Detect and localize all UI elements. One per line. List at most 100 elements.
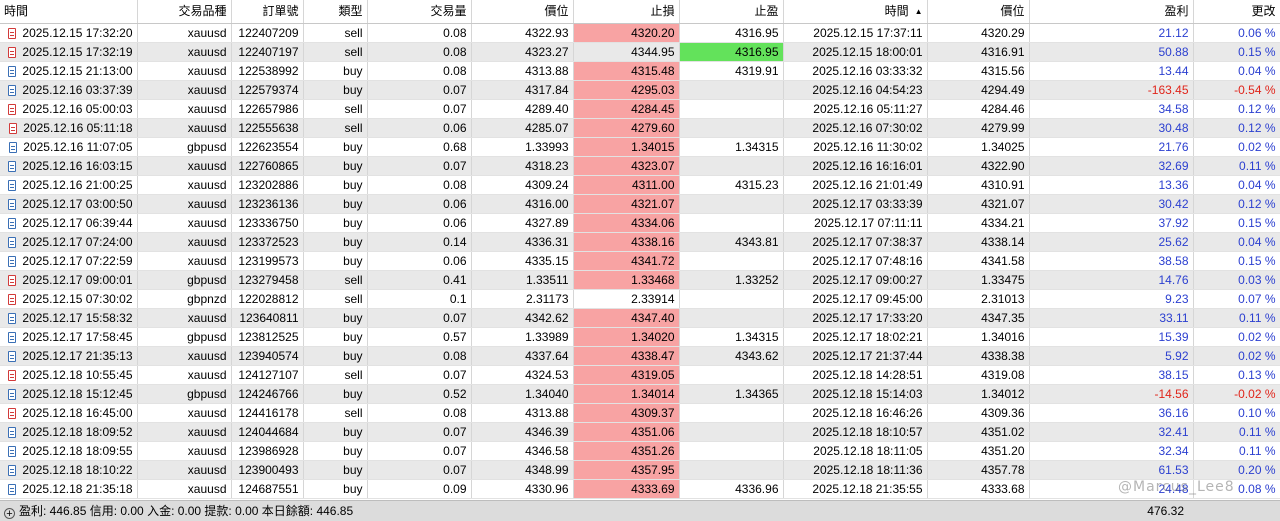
expand-plus-icon[interactable]: + [4, 508, 15, 520]
table-row[interactable]: 2025.12.18 16:45:00 xauusd 124416178 sell 0.… [0, 403, 1280, 423]
table-row[interactable]: 2025.12.18 18:09:55 xauusd 123986928 buy 0.0… [0, 441, 1280, 461]
table-row[interactable]: 2025.12.17 21:35:13 xauusd 123940574 buy 0.0… [0, 346, 1280, 366]
cell-profit: -163.45 [1029, 80, 1194, 100]
cell-close-time: 2025.12.16 07:30:02 [783, 118, 928, 138]
cell-open-time: 2025.12.15 07:30:02 [0, 289, 138, 309]
cell-close-time: 2025.12.15 18:00:01 [783, 42, 928, 62]
table-row[interactable]: 2025.12.17 03:00:50 xauusd 123236136 buy 0.0… [0, 194, 1280, 214]
open-time-text: 2025.12.18 10:55:45 [22, 367, 133, 382]
table-row[interactable]: 2025.12.17 06:39:44 xauusd 123336750 buy 0.0… [0, 213, 1280, 233]
table-row[interactable]: 2025.12.15 17:32:20 xauusd 122407209 sell 0.… [0, 23, 1280, 43]
cell-open-price: 4346.39 [471, 422, 574, 442]
cell-tp [679, 403, 784, 423]
cell-tp [679, 441, 784, 461]
cell-change: 0.11 % [1193, 422, 1280, 442]
cell-sl: 4315.48 [573, 61, 680, 81]
table-row[interactable]: 2025.12.15 17:32:19 xauusd 122407197 sell 0.… [0, 42, 1280, 62]
column-header-volume[interactable]: 交易量 [367, 0, 472, 24]
cell-volume: 0.07 [367, 80, 472, 100]
buy-order-icon [8, 426, 17, 438]
cell-symbol: xauusd [137, 232, 232, 252]
table-row[interactable]: 2025.12.17 07:24:00 xauusd 123372523 buy 0.1… [0, 232, 1280, 252]
cell-order: 124127107 [231, 365, 304, 385]
cell-profit: 5.92 [1029, 346, 1194, 366]
cell-tp [679, 118, 784, 138]
table-row[interactable]: 2025.12.18 18:09:52 xauusd 124044684 buy 0.0… [0, 422, 1280, 442]
table-row[interactable]: 2025.12.17 17:58:45 gbpusd 123812525 buy 0.5… [0, 327, 1280, 347]
cell-close-time: 2025.12.16 03:33:32 [783, 61, 928, 81]
table-row[interactable]: 2025.12.15 21:13:00 xauusd 122538992 buy 0.0… [0, 61, 1280, 81]
cell-close-time: 2025.12.17 07:38:37 [783, 232, 928, 252]
open-time-text: 2025.12.15 17:32:19 [22, 44, 133, 59]
sell-order-icon [8, 46, 17, 58]
cell-close-time: 2025.12.18 18:10:57 [783, 422, 928, 442]
table-row[interactable]: 2025.12.16 16:03:15 xauusd 122760865 buy 0.0… [0, 156, 1280, 176]
open-time-text: 2025.12.18 18:09:55 [22, 443, 133, 458]
open-time-text: 2025.12.18 16:45:00 [22, 405, 133, 420]
cell-type: buy [303, 61, 368, 81]
table-row[interactable]: 2025.12.16 11:07:05 gbpusd 122623554 buy 0.6… [0, 137, 1280, 157]
summary-text: 盈利: 446.85 信用: 0.00 入金: 0.00 提款: 0.00 本日… [19, 504, 354, 518]
cell-open-price: 4346.58 [471, 441, 574, 461]
cell-open-price: 4336.31 [471, 232, 574, 252]
column-header-sl[interactable]: 止損 [573, 0, 680, 24]
cell-profit: 38.58 [1029, 251, 1194, 271]
table-row[interactable]: 2025.12.16 05:00:03 xauusd 122657986 sell 0.… [0, 99, 1280, 119]
sell-order-icon [8, 369, 17, 381]
cell-close-price: 4338.14 [927, 232, 1030, 252]
cell-type: buy [303, 137, 368, 157]
cell-profit: 21.76 [1029, 137, 1194, 157]
open-time-text: 2025.12.18 15:12:45 [22, 386, 133, 401]
cell-close-price: 4321.07 [927, 194, 1030, 214]
cell-symbol: xauusd [137, 251, 232, 271]
column-header-type[interactable]: 類型 [303, 0, 368, 24]
cell-change: 0.15 % [1193, 213, 1280, 233]
cell-sl: 4357.95 [573, 460, 680, 480]
column-header-close-time[interactable]: 時間 ▲ [783, 0, 928, 24]
table-row[interactable]: 2025.12.16 03:37:39 xauusd 122579374 buy 0.0… [0, 80, 1280, 100]
column-header-tp[interactable]: 止盈 [679, 0, 784, 24]
column-header-symbol[interactable]: 交易品種 [137, 0, 232, 24]
cell-symbol: xauusd [137, 23, 232, 43]
cell-open-time: 2025.12.17 09:00:01 [0, 270, 138, 290]
column-header-close-price[interactable]: 價位 [927, 0, 1030, 24]
table-row[interactable]: 2025.12.16 05:11:18 xauusd 122555638 sell 0.… [0, 118, 1280, 138]
cell-close-price: 4319.08 [927, 365, 1030, 385]
column-header-change[interactable]: 更改 [1193, 0, 1280, 24]
table-row[interactable]: 2025.12.18 18:10:22 xauusd 123900493 buy 0.0… [0, 460, 1280, 480]
cell-open-price: 4322.93 [471, 23, 574, 43]
table-row[interactable]: 2025.12.17 15:58:32 xauusd 123640811 buy 0.0… [0, 308, 1280, 328]
cell-sl: 4309.37 [573, 403, 680, 423]
buy-order-icon [8, 464, 17, 476]
cell-close-time: 2025.12.17 07:11:11 [783, 213, 928, 233]
cell-open-time: 2025.12.17 06:39:44 [0, 213, 138, 233]
buy-order-icon [8, 445, 17, 457]
cell-order: 122623554 [231, 137, 304, 157]
cell-type: buy [303, 422, 368, 442]
cell-symbol: xauusd [137, 403, 232, 423]
table-row[interactable]: 2025.12.15 07:30:02 gbpnzd 122028812 sell 0.… [0, 289, 1280, 309]
table-row[interactable]: 2025.12.17 07:22:59 xauusd 123199573 buy 0.0… [0, 251, 1280, 271]
open-time-text: 2025.12.16 11:07:05 [23, 139, 133, 154]
table-row[interactable]: 2025.12.16 21:00:25 xauusd 123202886 buy 0.0… [0, 175, 1280, 195]
column-header-open-time[interactable]: 時間 [0, 0, 138, 24]
table-row[interactable]: 2025.12.18 15:12:45 gbpusd 124246766 buy 0.5… [0, 384, 1280, 404]
cell-open-price: 4285.07 [471, 118, 574, 138]
cell-type: buy [303, 251, 368, 271]
column-header-order[interactable]: 訂單號 [231, 0, 304, 24]
table-row[interactable]: 2025.12.18 10:55:45 xauusd 124127107 sell 0.… [0, 365, 1280, 385]
cell-close-price: 4351.02 [927, 422, 1030, 442]
cell-profit: 13.36 [1029, 175, 1194, 195]
cell-open-price: 1.33511 [471, 270, 574, 290]
cell-type: sell [303, 23, 368, 43]
table-row[interactable]: 2025.12.18 21:35:18 xauusd 124687551 buy 0.0… [0, 479, 1280, 499]
cell-type: buy [303, 479, 368, 499]
column-header-open-price[interactable]: 價位 [471, 0, 574, 24]
column-header-profit[interactable]: 盈利 [1029, 0, 1194, 24]
table-row[interactable]: 2025.12.17 09:00:01 gbpusd 123279458 sell 0.… [0, 270, 1280, 290]
cell-order: 122657986 [231, 99, 304, 119]
cell-volume: 0.07 [367, 99, 472, 119]
cell-profit: 15.39 [1029, 327, 1194, 347]
header-row: 時間 交易品種 訂單號 類型 交易量 價位 止損 止盈 時間 ▲ 價位 盈利 更改 [0, 0, 1280, 24]
cell-volume: 0.08 [367, 42, 472, 62]
